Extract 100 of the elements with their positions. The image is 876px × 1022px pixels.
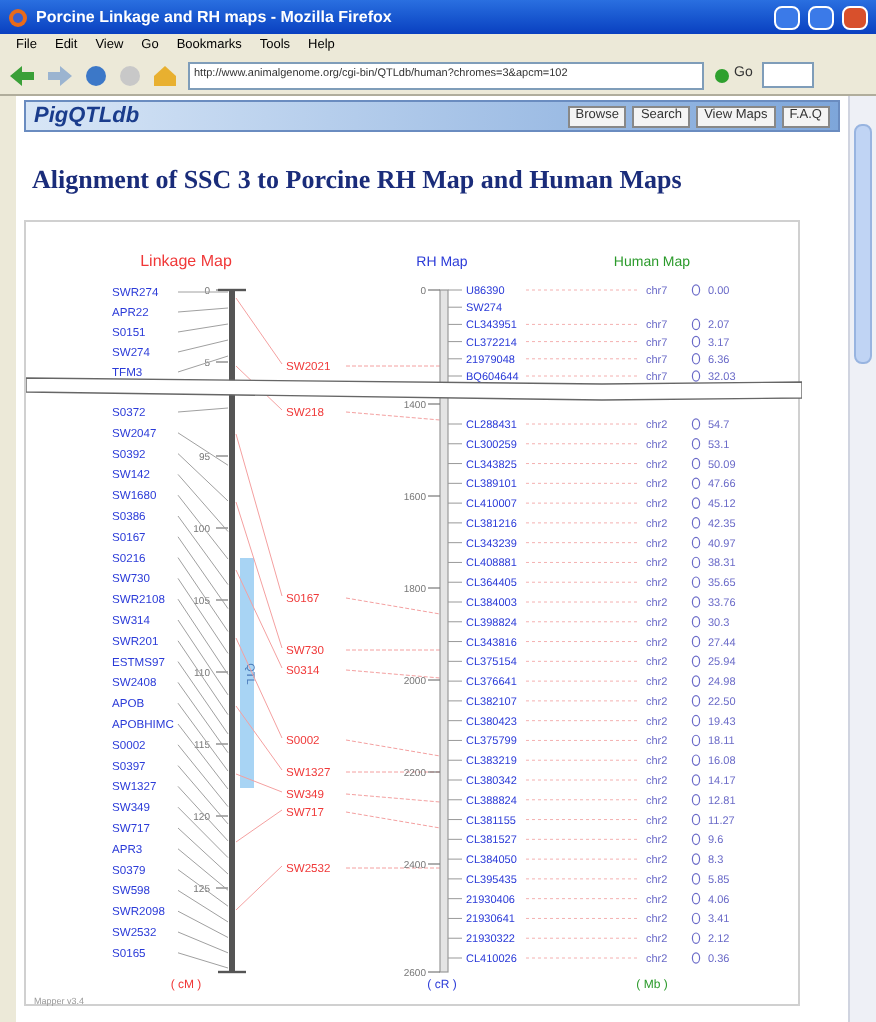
leader-line bbox=[177, 322, 229, 332]
leader-line bbox=[525, 897, 639, 899]
leader-line bbox=[525, 501, 639, 503]
leader-line bbox=[525, 580, 639, 582]
fox-icon bbox=[8, 7, 28, 27]
tick-mark bbox=[447, 620, 463, 622]
leader-line bbox=[345, 792, 441, 802]
tick-mark bbox=[447, 798, 463, 800]
leader-line bbox=[525, 778, 639, 780]
leader-line bbox=[525, 462, 639, 464]
tick-mark bbox=[447, 659, 463, 661]
leader-line bbox=[525, 679, 639, 681]
leader-line bbox=[177, 701, 229, 771]
tick-mark bbox=[447, 916, 463, 918]
leader-line bbox=[525, 877, 639, 879]
site-logo[interactable]: PigQTLdb bbox=[34, 99, 568, 133]
leader-line bbox=[525, 340, 639, 342]
leader-line bbox=[525, 322, 639, 324]
leader-line bbox=[177, 868, 229, 906]
leader-line bbox=[525, 560, 639, 562]
leader-line bbox=[177, 680, 229, 753]
leader-line bbox=[177, 354, 229, 372]
leader-line bbox=[177, 597, 229, 674]
leader-line bbox=[177, 888, 229, 922]
close-button[interactable] bbox=[842, 5, 868, 29]
leader-line bbox=[177, 930, 229, 953]
chromosome-icon bbox=[691, 283, 701, 295]
leader-line bbox=[177, 743, 229, 807]
tick-mark bbox=[215, 526, 229, 528]
forward-icon[interactable] bbox=[46, 63, 74, 87]
leader-line bbox=[177, 951, 229, 968]
leader-line bbox=[177, 618, 229, 695]
leader-line bbox=[177, 576, 229, 653]
tick-mark bbox=[215, 742, 229, 744]
leader-line bbox=[525, 422, 639, 424]
leader-line bbox=[525, 956, 639, 958]
leader-line bbox=[177, 306, 229, 312]
leader-line bbox=[525, 600, 639, 602]
leader-line bbox=[345, 810, 441, 828]
tick-mark bbox=[447, 738, 463, 740]
page-heading: Alignment of SSC 3 to Porcine RH Map and Human Maps bbox=[32, 162, 684, 198]
leader-line bbox=[525, 699, 639, 701]
leader-line bbox=[177, 847, 229, 890]
tick-mark bbox=[218, 969, 246, 973]
tick-mark bbox=[447, 442, 463, 444]
maximize-button[interactable] bbox=[808, 5, 834, 29]
leader-line bbox=[177, 493, 229, 559]
tick-mark bbox=[447, 719, 463, 721]
window-title: Porcine Linkage and RH maps - Mozilla Firefox bbox=[36, 5, 394, 29]
leader-line bbox=[177, 722, 229, 789]
tick-mark bbox=[215, 454, 229, 456]
leader-line bbox=[525, 857, 639, 859]
tick-mark bbox=[447, 837, 463, 839]
leader-line bbox=[177, 660, 229, 734]
tick-mark bbox=[215, 598, 229, 600]
leader-line bbox=[525, 798, 639, 800]
tick-mark bbox=[215, 814, 229, 816]
tick-mark bbox=[447, 560, 463, 562]
leader-line bbox=[525, 620, 639, 622]
leader-line bbox=[525, 442, 639, 444]
reload-icon[interactable] bbox=[84, 63, 108, 87]
search-field[interactable] bbox=[762, 62, 815, 88]
leader-line bbox=[177, 535, 229, 609]
leader-line bbox=[525, 936, 639, 938]
leader-line bbox=[177, 290, 229, 292]
back-icon[interactable] bbox=[8, 63, 36, 87]
leader-line bbox=[525, 640, 639, 642]
tick-mark bbox=[447, 936, 463, 938]
leader-line bbox=[525, 738, 639, 740]
leader-line bbox=[177, 514, 229, 585]
tick-mark bbox=[447, 422, 463, 424]
leader-line bbox=[345, 866, 441, 868]
leader-line bbox=[177, 639, 229, 715]
leader-line bbox=[345, 596, 441, 614]
leader-line bbox=[177, 909, 229, 937]
leader-line bbox=[525, 758, 639, 760]
scrollbar[interactable] bbox=[848, 96, 876, 1022]
home-icon[interactable] bbox=[152, 63, 178, 87]
leader-line bbox=[345, 364, 441, 366]
leader-line bbox=[525, 357, 639, 359]
leader-line bbox=[525, 659, 639, 661]
leader-line bbox=[177, 556, 229, 631]
leader-line bbox=[177, 406, 229, 412]
leader-line bbox=[525, 288, 639, 290]
leader-line bbox=[177, 472, 229, 531]
leader-line bbox=[235, 808, 283, 842]
go-icon bbox=[714, 67, 730, 83]
tick-mark bbox=[447, 897, 463, 899]
tick-mark bbox=[447, 462, 463, 464]
leader-line bbox=[345, 668, 441, 678]
tick-mark bbox=[215, 360, 229, 362]
tick-mark bbox=[447, 541, 463, 543]
tick-mark bbox=[427, 402, 441, 404]
leader-line bbox=[525, 837, 639, 839]
map-title: Linkage Map bbox=[140, 251, 232, 269]
tick-mark bbox=[215, 886, 229, 888]
leader-line bbox=[525, 481, 639, 483]
leader-line bbox=[177, 784, 229, 841]
minimize-button[interactable] bbox=[774, 5, 800, 29]
leader-line bbox=[177, 826, 229, 874]
